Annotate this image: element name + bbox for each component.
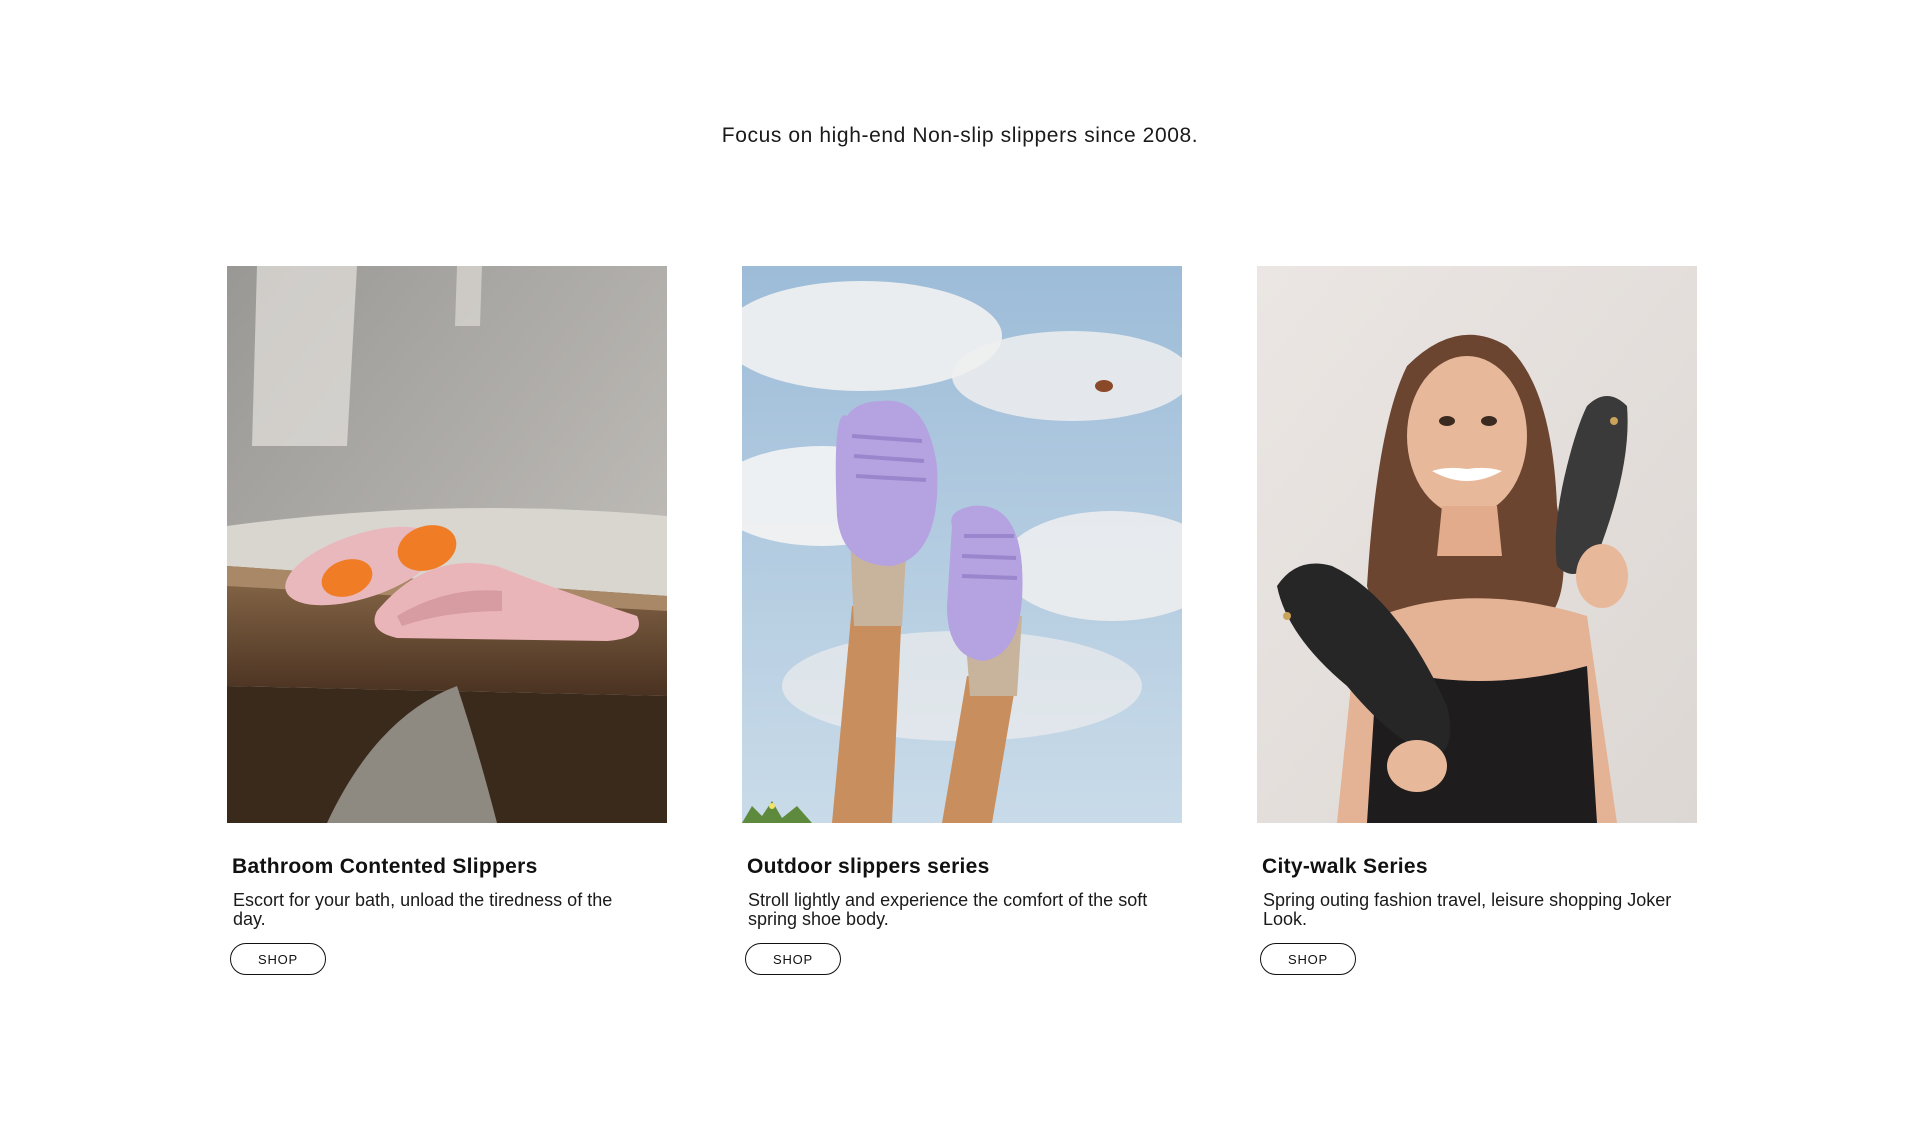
card-description: Escort for your bath, unload the tiredne…: [233, 890, 613, 929]
product-image-outdoor-clogs[interactable]: [742, 266, 1182, 823]
card-title[interactable]: Bathroom Contented Slippers: [232, 855, 667, 879]
product-card-outdoor: Outdoor slippers series Stroll lightly a…: [742, 266, 1182, 975]
shop-button[interactable]: SHOP: [1260, 943, 1356, 975]
brand-tagline: Focus on high-end Non-slip slippers sinc…: [721, 124, 1199, 147]
card-title[interactable]: Outdoor slippers series: [747, 855, 1182, 879]
product-card-city-walk: City-walk Series Spring outing fashion t…: [1257, 266, 1697, 975]
shop-button[interactable]: SHOP: [230, 943, 326, 975]
card-description: Stroll lightly and experience the comfor…: [748, 890, 1148, 929]
card-description: Spring outing fashion travel, leisure sh…: [1263, 890, 1672, 929]
product-card-bathroom: Bathroom Contented Slippers Escort for y…: [227, 266, 667, 975]
shop-button[interactable]: SHOP: [745, 943, 841, 975]
product-image-bathroom-slippers[interactable]: [227, 266, 667, 823]
product-image-city-walk-flip-flops[interactable]: [1257, 266, 1697, 823]
card-title[interactable]: City-walk Series: [1262, 855, 1697, 879]
